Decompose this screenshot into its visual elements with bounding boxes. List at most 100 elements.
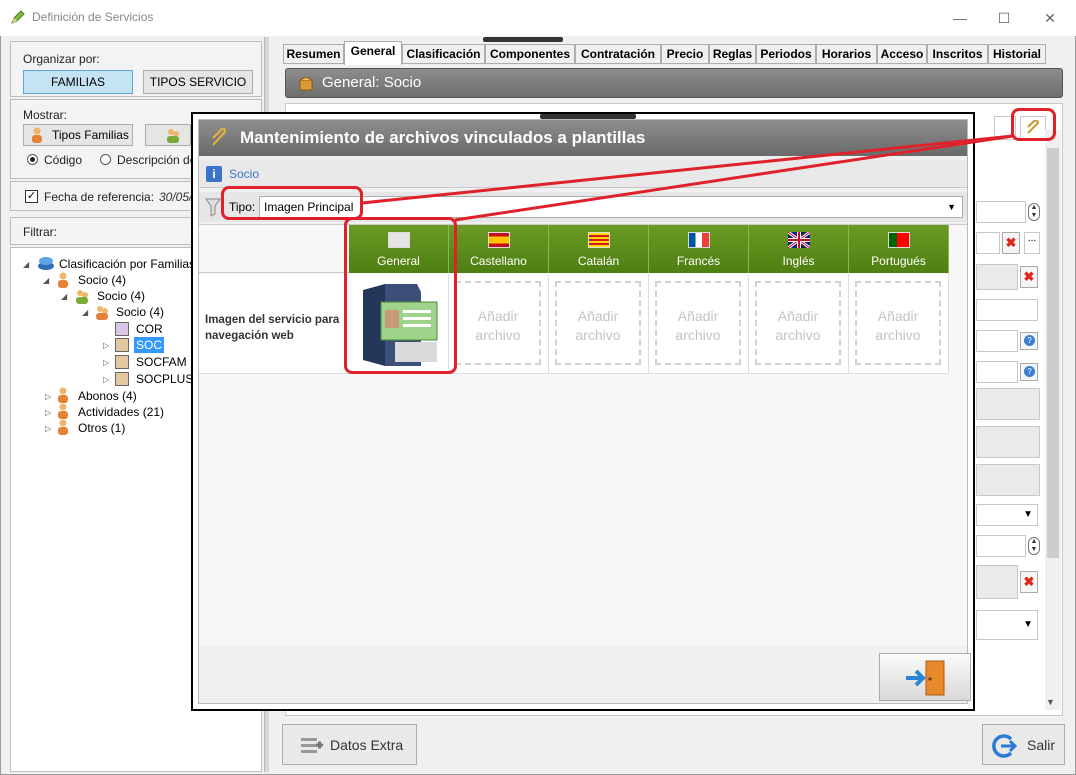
- tab-resumen[interactable]: Resumen: [283, 44, 344, 64]
- tab-componentes[interactable]: Componentes: [485, 44, 575, 64]
- collapse-arrow-icon[interactable]: ▷: [45, 408, 51, 417]
- tab-reglas[interactable]: Reglas: [709, 44, 756, 64]
- people-group-button[interactable]: [145, 124, 191, 146]
- expand-arrow-icon[interactable]: ◢: [61, 292, 67, 301]
- help-icon[interactable]: [1020, 332, 1038, 350]
- tipos-servicio-button[interactable]: TIPOS SERVICIO: [143, 70, 253, 94]
- dialog-drag-handle[interactable]: [540, 114, 636, 119]
- col-portugues: Portugués: [849, 225, 949, 273]
- add-file-box[interactable]: Añadir archivo: [755, 281, 841, 365]
- col-castellano-label: Castellano: [470, 254, 527, 268]
- tipos-familias-label: Tipos Familias: [52, 128, 129, 142]
- collapse-arrow-icon[interactable]: ▷: [103, 375, 109, 384]
- col-ingles: Inglés: [749, 225, 849, 273]
- tab-general[interactable]: General: [344, 41, 402, 65]
- collapse-arrow-icon[interactable]: ▷: [103, 341, 109, 350]
- dropdown-field[interactable]: ▼: [976, 610, 1038, 640]
- tab-contratacion[interactable]: Contratación: [575, 44, 661, 64]
- expand-arrow-icon[interactable]: ◢: [23, 260, 29, 269]
- maximize-button[interactable]: ☐: [992, 8, 1016, 28]
- ellipsis-button[interactable]: ...: [1024, 232, 1040, 254]
- spin-control[interactable]: ▲ ▼: [1028, 203, 1040, 221]
- tree-item-socio-3[interactable]: Socio (4): [116, 305, 164, 319]
- help-icon[interactable]: [1020, 363, 1038, 381]
- tree-item-socio-1[interactable]: Socio (4): [78, 273, 126, 287]
- minimize-button[interactable]: —: [948, 8, 972, 28]
- collapse-arrow-icon[interactable]: ▷: [45, 424, 51, 433]
- tab-precio[interactable]: Precio: [661, 44, 709, 64]
- readonly-field: [976, 264, 1018, 290]
- add-file-label: Añadir: [877, 308, 919, 324]
- fecha-checkbox[interactable]: ✓: [25, 190, 38, 203]
- expand-arrow-icon[interactable]: ◢: [82, 308, 88, 317]
- add-file-label: Añadir: [477, 308, 519, 324]
- scroll-down-icon[interactable]: ▼: [1046, 697, 1055, 707]
- clear-icon[interactable]: ✖: [1002, 232, 1020, 254]
- info-icon: i: [206, 166, 222, 182]
- dropdown-field[interactable]: [976, 232, 1000, 254]
- col-portugues-label: Portugués: [871, 254, 926, 268]
- codigo-radio[interactable]: [27, 154, 38, 165]
- descripcion-radio[interactable]: [100, 154, 111, 165]
- add-file-box[interactable]: Añadir archivo: [555, 281, 641, 365]
- clear-icon[interactable]: ✖: [1020, 266, 1038, 288]
- edit-pencil-icon: [11, 10, 25, 24]
- color-swatch: [115, 322, 129, 336]
- numeric-field[interactable]: [976, 201, 1026, 223]
- close-button[interactable]: ✕: [1038, 8, 1062, 28]
- tree-item-otros[interactable]: Otros (1): [78, 421, 125, 435]
- readonly-field: [976, 464, 1040, 496]
- people-group-icon: [96, 306, 108, 320]
- color-swatch: [115, 355, 129, 369]
- file-cell-ingles[interactable]: Añadir archivo: [749, 274, 849, 374]
- text-field[interactable]: [976, 299, 1038, 321]
- file-cell-frances[interactable]: Añadir archivo: [649, 274, 749, 374]
- tab-horarios[interactable]: Horarios: [816, 44, 877, 64]
- spin-control[interactable]: ▲ ▼: [1028, 537, 1040, 555]
- file-cell-castellano[interactable]: Añadir archivo: [449, 274, 549, 374]
- drag-handle[interactable]: [483, 37, 563, 42]
- datos-extra-button[interactable]: Datos Extra: [282, 724, 417, 765]
- text-field[interactable]: [976, 330, 1018, 352]
- numeric-field[interactable]: [976, 535, 1026, 557]
- tab-acceso[interactable]: Acceso: [877, 44, 927, 64]
- expand-arrow-icon[interactable]: ◢: [43, 276, 49, 285]
- col-castellano: Castellano: [449, 225, 549, 273]
- tree-item-soc[interactable]: SOC: [134, 337, 165, 353]
- add-file-label: archivo: [675, 327, 721, 343]
- tree-item-socio-2[interactable]: Socio (4): [97, 289, 145, 303]
- collapse-arrow-icon[interactable]: ▷: [45, 392, 51, 401]
- salir-button[interactable]: Salir: [982, 724, 1065, 765]
- tab-periodos[interactable]: Periodos: [756, 44, 816, 64]
- tree-item-root[interactable]: Clasificación por Familias: [59, 257, 195, 271]
- familias-button[interactable]: FAMILIAS: [23, 70, 133, 94]
- collapse-arrow-icon[interactable]: ▷: [103, 358, 109, 367]
- clear-icon[interactable]: ✖: [1020, 571, 1038, 593]
- add-file-label: archivo: [775, 327, 821, 343]
- text-field[interactable]: [976, 361, 1018, 383]
- file-cell-catalan[interactable]: Añadir archivo: [549, 274, 649, 374]
- title-bar: Definición de Servicios — ☐ ✕: [0, 0, 1076, 36]
- tree-item-cor[interactable]: COR: [136, 322, 163, 336]
- codigo-label: Código: [44, 153, 83, 167]
- tab-clasificacion[interactable]: Clasificación: [402, 44, 485, 64]
- tipo-select[interactable]: Imagen Principal ▼: [259, 196, 963, 218]
- tab-inscritos[interactable]: Inscritos: [927, 44, 988, 64]
- tree-item-abonos[interactable]: Abonos (4): [78, 389, 137, 403]
- filtrar-label: Filtrar:: [23, 225, 57, 239]
- tipos-familias-button[interactable]: Tipos Familias: [23, 124, 133, 146]
- exit-button[interactable]: [879, 653, 971, 701]
- tab-historial[interactable]: Historial: [988, 44, 1046, 64]
- fecha-value[interactable]: 30/05/: [159, 190, 192, 204]
- add-file-label: archivo: [475, 327, 521, 343]
- tree-item-socfam[interactable]: SOCFAM: [136, 355, 187, 369]
- person-icon: [58, 387, 68, 403]
- add-file-box[interactable]: Añadir archivo: [655, 281, 741, 365]
- add-file-box[interactable]: Añadir archivo: [455, 281, 541, 365]
- add-file-box[interactable]: Añadir archivo: [855, 281, 941, 365]
- scroll-thumb[interactable]: [1047, 148, 1059, 558]
- dropdown-field[interactable]: ▼: [976, 504, 1038, 526]
- tree-item-actividades[interactable]: Actividades (21): [78, 405, 164, 419]
- tree-item-socplus[interactable]: SOCPLUS: [136, 372, 193, 386]
- file-cell-portugues[interactable]: Añadir archivo: [849, 274, 949, 374]
